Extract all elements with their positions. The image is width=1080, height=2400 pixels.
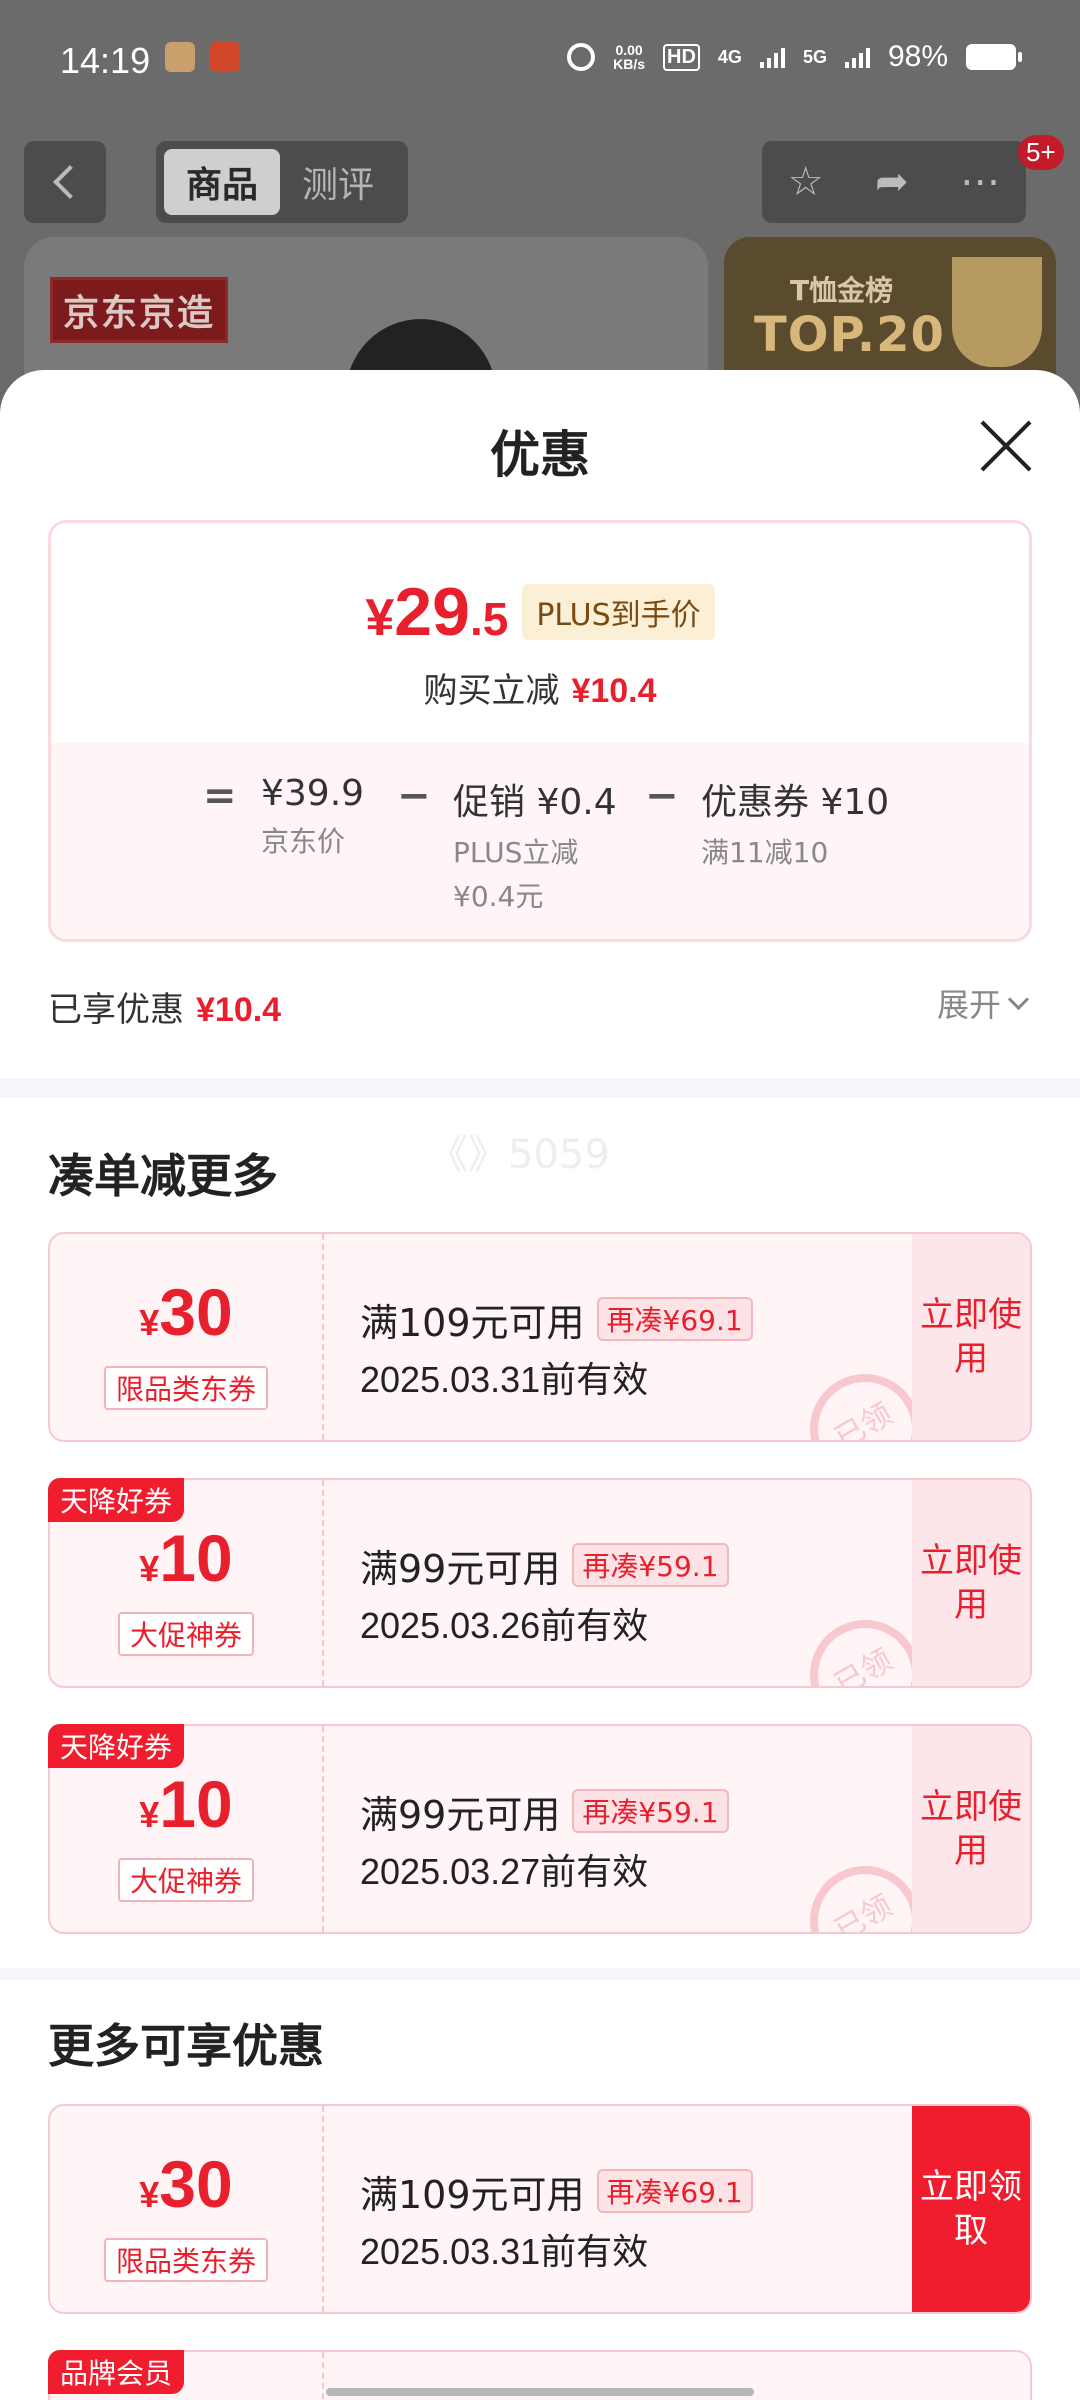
coupon-tag: 品牌会员	[48, 2350, 185, 2394]
status-bar: 14:19 0.00 KB/s HD 4G 5G 98%	[0, 0, 1080, 125]
equals-sign: =	[203, 773, 237, 819]
tab-review[interactable]: 测评	[280, 149, 396, 215]
net-speed: 0.00 KB/s	[613, 42, 646, 72]
breakdown-item: ¥39.9 京东价	[261, 773, 365, 858]
use-now-button[interactable]: 立即使用	[912, 1726, 1030, 1932]
star-icon[interactable]: ☆	[788, 159, 824, 205]
more-icon[interactable]: ⋯	[960, 159, 1000, 205]
close-icon[interactable]	[978, 418, 1034, 474]
back-button[interactable]	[24, 141, 106, 223]
expand-button[interactable]: 展开	[937, 980, 1030, 1026]
status-right: 0.00 KB/s HD 4G 5G 98%	[567, 40, 1022, 74]
breakdown-item: 优惠券 ¥10 满11减10	[701, 782, 890, 869]
home-indicator	[326, 2388, 754, 2396]
hd-icon: HD	[663, 43, 700, 71]
alarm-icon	[567, 43, 596, 71]
final-price-row: ¥29.5 PLUS到手价	[51, 573, 1029, 651]
rank-title: T恤金榜	[790, 274, 894, 307]
coupon-validity: 2025.03.31前有效	[360, 2231, 649, 2272]
coupon-separator	[322, 1726, 324, 1932]
coupon-card: ¥30 限品类东券 满109元可用 再凑¥69.1 2025.03.31前有效 已…	[48, 1232, 1032, 1442]
signal-icon	[759, 46, 785, 68]
enjoyed-discount: 已享优惠 ¥10.4	[48, 990, 282, 1030]
brand-logo: 京东京造	[50, 277, 229, 343]
discount-sheet: 优惠 ¥29.5 PLUS到手价 购买立减 ¥10.4 = ¥39.9 京东价 − …	[0, 370, 1080, 2400]
status-time: 14:19	[60, 40, 151, 81]
tab-product[interactable]: 商品	[164, 149, 280, 215]
battery-percent: 98%	[887, 40, 948, 73]
rank-label: TOP.20	[754, 307, 945, 363]
final-price: ¥29.5	[365, 574, 509, 650]
chevron-left-icon	[53, 165, 87, 199]
trophy-icon	[952, 257, 1042, 367]
coupon-separator	[322, 2106, 324, 2312]
chevron-down-icon	[1007, 988, 1030, 1010]
coupon-value: ¥30 限品类东券	[50, 1234, 322, 1440]
price-breakdown: = ¥39.9 京东价 − 促销 ¥0.4 PLUS立减 ¥0.4元 − 优惠券…	[51, 743, 1029, 939]
share-icon[interactable]: ➦	[875, 159, 909, 205]
coupon-tag: 天降好券	[48, 1724, 185, 1768]
coupon-separator	[322, 2352, 324, 2400]
add-more-tag: 再凑¥59.1	[572, 1789, 729, 1833]
coupon-type: 大促神券	[117, 1858, 255, 1902]
coupon-separator	[322, 1234, 324, 1440]
coupon-validity: 2025.03.27前有效	[360, 1851, 649, 1892]
header-actions: ☆ ➦ ⋯	[762, 141, 1026, 223]
app-notification-icon	[165, 42, 195, 72]
coupon-info: 满109元可用 再凑¥69.1 2025.03.31前有效	[360, 2164, 753, 2275]
coupon-type: 大促神券	[117, 1612, 255, 1656]
net-5g-label: 5G	[802, 46, 827, 67]
coupon-tag: 天降好券	[48, 1478, 185, 1522]
coupon-info: 满99元可用 再凑¥59.1 2025.03.26前有效	[360, 1538, 729, 1649]
net-4g-label: 4G	[717, 46, 742, 67]
plus-price-tag: PLUS到手价	[522, 584, 715, 640]
coupon-card: ¥10 大促神券 满99元可用 再凑¥59.1 2025.03.26前有效 已领 …	[48, 1478, 1032, 1688]
page-tabs: 商品 测评	[156, 141, 408, 223]
watermark: 《》5059	[428, 1132, 610, 1178]
section-title-more: 更多可享优惠	[48, 2019, 324, 2073]
price-summary: ¥29.5 PLUS到手价 购买立减 ¥10.4 = ¥39.9 京东价 − 促销 …	[48, 520, 1032, 942]
breakdown-item: 促销 ¥0.4 PLUS立减 ¥0.4元	[453, 782, 617, 913]
add-more-tag: 再凑¥69.1	[596, 2169, 753, 2213]
coupon-type: 限品类东券	[103, 2238, 269, 2282]
reduce-line: 购买立减 ¥10.4	[423, 671, 657, 711]
coupon-card: ¥30 限品类东券 满109元可用 再凑¥69.1 2025.03.31前有效 立…	[48, 2104, 1032, 2314]
coupon-card: ¥10 大促神券 满99元可用 再凑¥59.1 2025.03.27前有效 已领 …	[48, 1724, 1032, 1934]
section-divider	[0, 1968, 1080, 1980]
coupon-info: 满109元可用 再凑¥69.1 2025.03.31前有效	[360, 1292, 753, 1403]
signal-icon-2	[844, 46, 870, 68]
coupon-type: 限品类东券	[103, 1366, 269, 1410]
section-title-bundle: 凑单减更多	[48, 1149, 278, 1203]
app-notification-icon-2	[210, 42, 240, 72]
coupon-validity: 2025.03.31前有效	[360, 1359, 649, 1400]
minus-sign: −	[397, 773, 431, 819]
use-now-button[interactable]: 立即使用	[912, 1480, 1030, 1686]
coupon-separator	[322, 1480, 324, 1686]
sheet-title: 优惠	[490, 426, 590, 484]
add-more-tag: 再凑¥59.1	[572, 1543, 729, 1587]
add-more-tag: 再凑¥69.1	[596, 1297, 753, 1341]
minus-sign: −	[645, 773, 679, 819]
coupon-value: ¥30 限品类东券	[50, 2106, 322, 2312]
claim-now-button[interactable]: 立即领取	[912, 2106, 1030, 2312]
notification-badge: 5+	[1018, 135, 1064, 170]
battery-icon	[966, 44, 1022, 70]
section-divider	[0, 1078, 1080, 1098]
use-now-button[interactable]: 立即使用	[912, 1234, 1030, 1440]
coupon-validity: 2025.03.26前有效	[360, 1605, 649, 1646]
coupon-info: 满99元可用 再凑¥59.1 2025.03.27前有效	[360, 1784, 729, 1895]
